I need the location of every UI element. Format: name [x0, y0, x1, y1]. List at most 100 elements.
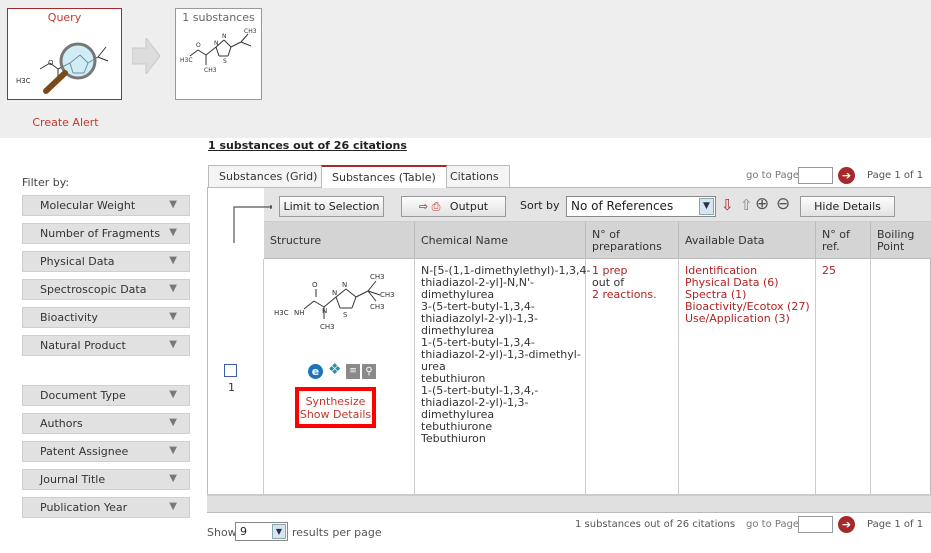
- filter-patent-assignee[interactable]: Patent Assignee ▼: [22, 441, 190, 462]
- synthesize-highlight-box: Synthesize Show Details: [295, 387, 376, 428]
- horizontal-scrollbar[interactable]: [207, 495, 931, 512]
- filter-title: Filter by:: [22, 176, 70, 189]
- explore-icon[interactable]: e: [308, 364, 323, 379]
- column-header-references[interactable]: N° of ref.: [816, 222, 871, 259]
- footer-summary: 1 substances out of 26 citations: [575, 519, 736, 530]
- details-list-icon[interactable]: ≡: [346, 364, 360, 379]
- double-chevron-down-icon: ▼: [169, 199, 177, 210]
- filter-spectroscopic-data[interactable]: Spectroscopic Data ▼: [22, 279, 190, 300]
- filter-label: Patent Assignee: [40, 445, 129, 458]
- svg-text:N: N: [332, 289, 337, 297]
- goto-page-label: go to Page: [746, 519, 800, 530]
- sort-ascending-icon[interactable]: ⇧: [740, 196, 753, 214]
- svg-text:CH3: CH3: [380, 291, 395, 299]
- svg-text:CH3: CH3: [370, 273, 385, 281]
- double-chevron-down-icon: ▼: [169, 311, 177, 322]
- references-count-link[interactable]: 25: [822, 265, 864, 277]
- goto-arrow-icon[interactable]: ➔: [838, 516, 855, 533]
- query-structure-magnifier-icon: H3C O: [16, 42, 109, 94]
- result-thumbnail[interactable]: 1 substances H3C O N N S CH3 CH3: [175, 8, 262, 100]
- query-label: Query: [47, 11, 82, 24]
- filter-publication-year[interactable]: Publication Year ▼: [22, 497, 190, 518]
- filter-label: Bioactivity: [40, 311, 98, 324]
- hide-details-button[interactable]: Hide Details: [800, 196, 895, 217]
- arrow-right-icon: [132, 38, 160, 74]
- filter-label: Journal Title: [40, 473, 106, 486]
- filter-physical-data[interactable]: Physical Data ▼: [22, 251, 190, 272]
- svg-text:N: N: [222, 33, 227, 40]
- tab-substances-grid[interactable]: Substances (Grid): [208, 165, 329, 187]
- svg-text:H3C: H3C: [180, 57, 193, 64]
- column-header-available-data[interactable]: Available Data: [679, 222, 816, 259]
- double-chevron-down-icon: ▼: [169, 339, 177, 350]
- svg-text:H3C: H3C: [274, 309, 289, 317]
- column-header-boiling-point[interactable]: Boiling Point: [871, 222, 931, 259]
- sort-select[interactable]: No of References ▼: [566, 196, 716, 217]
- create-alert-link[interactable]: Create Alert: [0, 116, 131, 129]
- svg-text:N: N: [342, 281, 347, 289]
- filter-label: Spectroscopic Data: [40, 283, 147, 296]
- results-summary: 1 substances out of 26 citations: [208, 139, 407, 152]
- svg-text:CH3: CH3: [244, 28, 257, 35]
- double-chevron-down-icon: ▼: [169, 417, 177, 428]
- chemical-name-line: Tebuthiuron: [421, 432, 486, 445]
- column-header-structure[interactable]: Structure: [264, 222, 415, 259]
- filter-bioactivity[interactable]: Bioactivity ▼: [22, 307, 190, 328]
- references-cell: 25: [816, 259, 871, 495]
- double-chevron-down-icon: ▼: [169, 501, 177, 512]
- page-indicator: Page 1 of 1: [867, 170, 924, 181]
- table-header: Structure Chemical Name N° of preparatio…: [264, 222, 931, 259]
- synthesize-link[interactable]: Synthesize: [299, 395, 372, 408]
- query-thumbnail[interactable]: Query H3C O: [7, 8, 122, 100]
- goto-page-input[interactable]: [798, 167, 833, 184]
- boiling-point-cell: [871, 259, 931, 495]
- filter-natural-product[interactable]: Natural Product ▼: [22, 335, 190, 356]
- table-row-select-cell: [207, 259, 264, 495]
- limit-to-selection-button[interactable]: Limit to Selection: [279, 196, 384, 217]
- show-details-link[interactable]: Show Details: [299, 408, 372, 421]
- filter-label: Authors: [40, 417, 83, 430]
- zoom-out-icon[interactable]: ⊖: [776, 194, 790, 214]
- tab-citations[interactable]: Citations: [439, 165, 510, 187]
- svg-text:O: O: [48, 59, 54, 67]
- filter-journal-title[interactable]: Journal Title ▼: [22, 469, 190, 490]
- chevron-down-icon: ▼: [699, 198, 714, 215]
- double-chevron-down-icon: ▼: [169, 473, 177, 484]
- svg-text:CH3: CH3: [370, 303, 385, 311]
- column-header-preparations[interactable]: N° of preparations: [586, 222, 679, 259]
- zoom-in-icon[interactable]: ⊕: [755, 194, 769, 214]
- double-chevron-down-icon: ▼: [169, 445, 177, 456]
- filter-label: Publication Year: [40, 501, 128, 514]
- filter-label: Natural Product: [40, 339, 126, 352]
- filter-authors[interactable]: Authors ▼: [22, 413, 190, 434]
- reactions-link[interactable]: 2 reactions.: [592, 289, 672, 301]
- filter-molecular-weight[interactable]: Molecular Weight ▼: [22, 195, 190, 216]
- filter-number-of-fragments[interactable]: Number of Fragments ▼: [22, 223, 190, 244]
- page-indicator: Page 1 of 1: [867, 519, 924, 530]
- svg-text:S: S: [343, 311, 348, 319]
- filter-label: Document Type: [40, 389, 126, 402]
- sort-descending-icon[interactable]: ⇩: [721, 196, 734, 214]
- svg-text:O: O: [196, 42, 201, 49]
- svg-text:N: N: [214, 40, 219, 47]
- goto-page-input[interactable]: [798, 516, 833, 533]
- results-per-page-select[interactable]: 9 ▼: [235, 522, 288, 541]
- svg-text:N: N: [322, 307, 327, 315]
- column-header-chemical-name[interactable]: Chemical Name: [415, 222, 586, 259]
- structure-action-icons: e ❖ ≡ ⚲: [308, 362, 388, 380]
- substructure-icon[interactable]: ❖: [328, 362, 341, 377]
- structure-cell: H3C NH O NNS CH3 CH3 CH3 CH3 N e ❖ ≡ ⚲: [264, 259, 415, 495]
- svg-text:NH: NH: [294, 309, 305, 317]
- magnifier-icon[interactable]: ⚲: [362, 364, 376, 379]
- goto-page-label: go to Page: [746, 170, 800, 181]
- output-button[interactable]: ⇨ ⎙ Output: [401, 196, 506, 217]
- row-checkbox[interactable]: [224, 364, 237, 377]
- goto-arrow-icon[interactable]: ➔: [838, 167, 855, 184]
- filter-document-type[interactable]: Document Type ▼: [22, 385, 190, 406]
- show-label: Show: [207, 526, 237, 539]
- svg-text:CH3: CH3: [320, 323, 335, 331]
- double-chevron-down-icon: ▼: [169, 283, 177, 294]
- available-data-use-link[interactable]: Use/Application (3): [685, 313, 809, 325]
- tab-substances-table[interactable]: Substances (Table): [321, 165, 447, 188]
- filter-label: Number of Fragments: [40, 227, 161, 240]
